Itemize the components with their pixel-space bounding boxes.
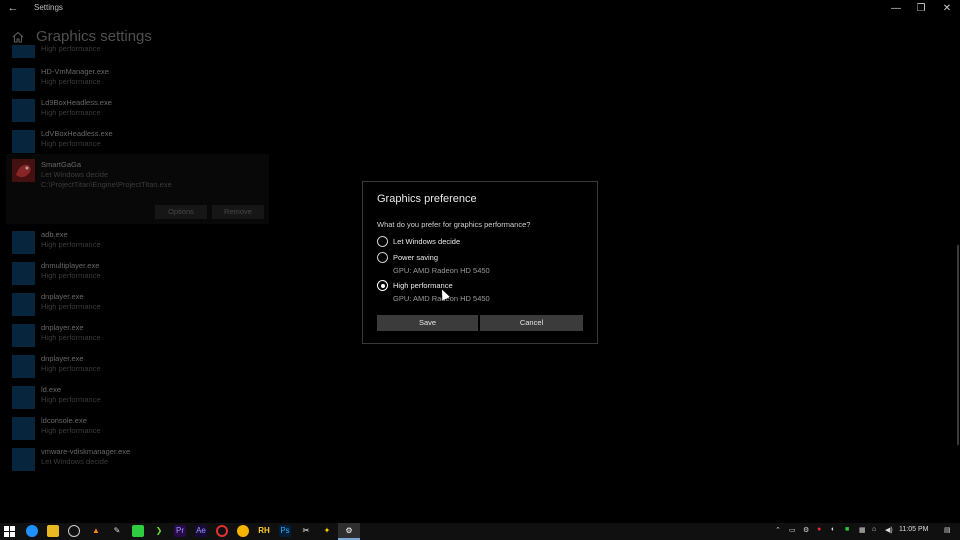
tray-icon[interactable]: ⚙	[803, 526, 809, 534]
game-icon[interactable]	[132, 525, 144, 537]
maximize-button[interactable]: ❐	[913, 2, 929, 15]
title-bar: ← Settings — ❐ ✕	[0, 0, 960, 17]
aftereffects-icon[interactable]: Ae	[195, 525, 207, 537]
radio-button[interactable]	[377, 252, 388, 263]
rh-app-icon[interactable]: RH	[258, 525, 270, 537]
tray-icon[interactable]: ■	[845, 526, 849, 533]
scrollbar[interactable]	[957, 245, 959, 445]
photoshop-icon[interactable]: Ps	[279, 525, 291, 537]
cancel-button[interactable]: Cancel	[480, 315, 583, 331]
minimize-button[interactable]: —	[888, 2, 904, 15]
dialog-question: What do you prefer for graphics performa…	[377, 220, 531, 229]
dialog-title: Graphics preference	[377, 193, 477, 205]
back-arrow-icon[interactable]: ←	[6, 2, 20, 15]
radio-let-windows-decide[interactable]: Let Windows decide	[377, 236, 497, 248]
settings-icon[interactable]: ⚙	[343, 525, 355, 537]
vlc-icon[interactable]: ▲	[90, 525, 102, 537]
notification-icon[interactable]: ▤	[944, 526, 951, 534]
radio-power-saving[interactable]: Power saving	[377, 252, 497, 264]
clock-time[interactable]: 11:05 PM	[899, 526, 928, 533]
volume-icon[interactable]: ◀)	[885, 526, 893, 534]
premiere-icon[interactable]: Pr	[174, 525, 186, 537]
pen-icon[interactable]: ✎	[111, 525, 123, 537]
arrow-app-icon[interactable]: ❯	[153, 525, 165, 537]
snip-icon[interactable]: ✂	[300, 525, 312, 537]
radio-label: Let Windows decide	[393, 237, 461, 246]
chrome-icon[interactable]	[237, 525, 249, 537]
record-icon[interactable]	[216, 525, 228, 537]
gpu-label: GPU: AMD Radeon HD 5450	[393, 266, 490, 275]
network-icon[interactable]: ⌂	[872, 526, 876, 533]
tray-icon[interactable]: ▦	[859, 526, 866, 534]
close-button[interactable]: ✕	[939, 2, 955, 15]
radio-button[interactable]	[377, 236, 388, 247]
start-icon[interactable]	[4, 526, 15, 537]
tray-icon[interactable]: ●	[817, 526, 821, 533]
smartgaga-icon[interactable]: ✦	[321, 525, 333, 537]
graphics-preference-dialog: Graphics preference What do you prefer f…	[362, 181, 598, 344]
save-button[interactable]: Save	[377, 315, 478, 331]
edge-icon[interactable]	[26, 525, 38, 537]
taskbar: ▲ ✎ ❯ Pr Ae RH Ps ✂ ✦ ⚙ ⌃ ▭ ⚙ ● ◐ ■ ▦ ⌂ …	[0, 523, 960, 540]
window-title: Settings	[34, 3, 63, 12]
clock-icon[interactable]	[68, 525, 80, 537]
radio-high-performance[interactable]: High performance	[377, 280, 497, 292]
tray-icon[interactable]: ▭	[789, 526, 796, 534]
explorer-icon[interactable]	[47, 525, 59, 537]
tray-chevron-icon[interactable]: ⌃	[775, 526, 781, 534]
radio-label: Power saving	[393, 253, 439, 262]
radio-button-selected[interactable]	[377, 280, 388, 291]
tray-icon[interactable]: ◐	[831, 526, 835, 533]
